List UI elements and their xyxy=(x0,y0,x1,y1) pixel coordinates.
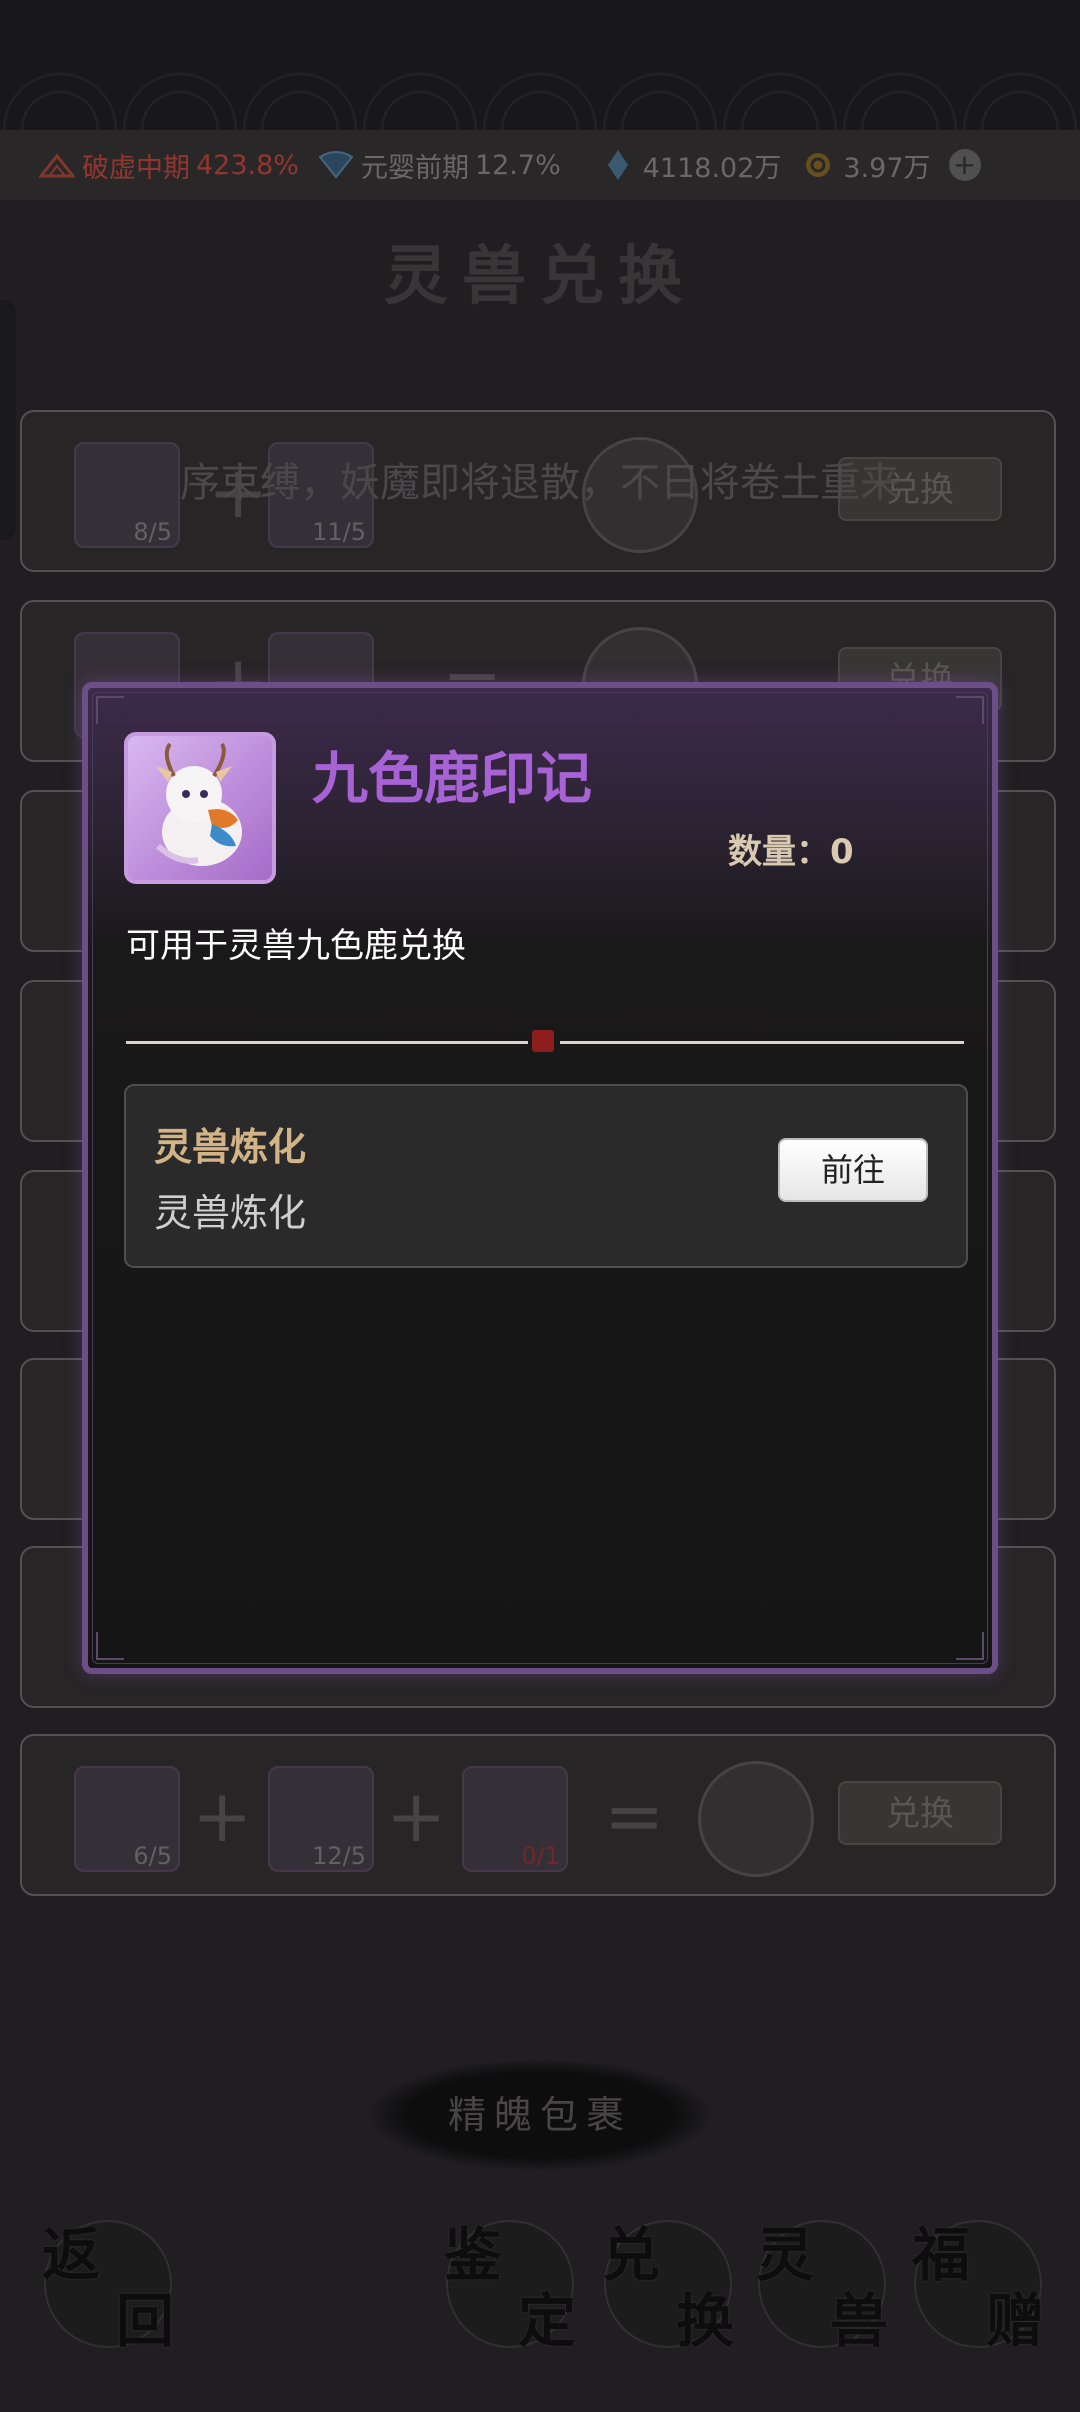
corner-ornament xyxy=(956,696,984,724)
source-subtitle: 灵兽炼化 xyxy=(154,1191,307,1235)
source-entry: 灵兽炼化 灵兽炼化 前往 xyxy=(124,1084,968,1268)
corner-ornament xyxy=(96,696,124,724)
item-description: 可用于灵兽九色鹿兑换 xyxy=(126,926,466,966)
nine-color-deer-icon xyxy=(124,732,276,884)
seal-icon xyxy=(532,1030,554,1052)
corner-ornament xyxy=(956,1632,984,1660)
corner-ornament xyxy=(96,1632,124,1660)
divider xyxy=(126,1030,964,1052)
item-quantity: 数量：0 xyxy=(728,832,854,872)
item-detail-dialog: 九色鹿印记 数量：0 可用于灵兽九色鹿兑换 灵兽炼化 灵兽炼化 前往 xyxy=(82,682,998,1674)
go-button[interactable]: 前往 xyxy=(778,1138,928,1202)
divider-line xyxy=(560,1041,964,1044)
item-name: 九色鹿印记 xyxy=(312,747,592,812)
divider-line xyxy=(126,1041,528,1044)
source-title: 灵兽炼化 xyxy=(154,1125,307,1169)
